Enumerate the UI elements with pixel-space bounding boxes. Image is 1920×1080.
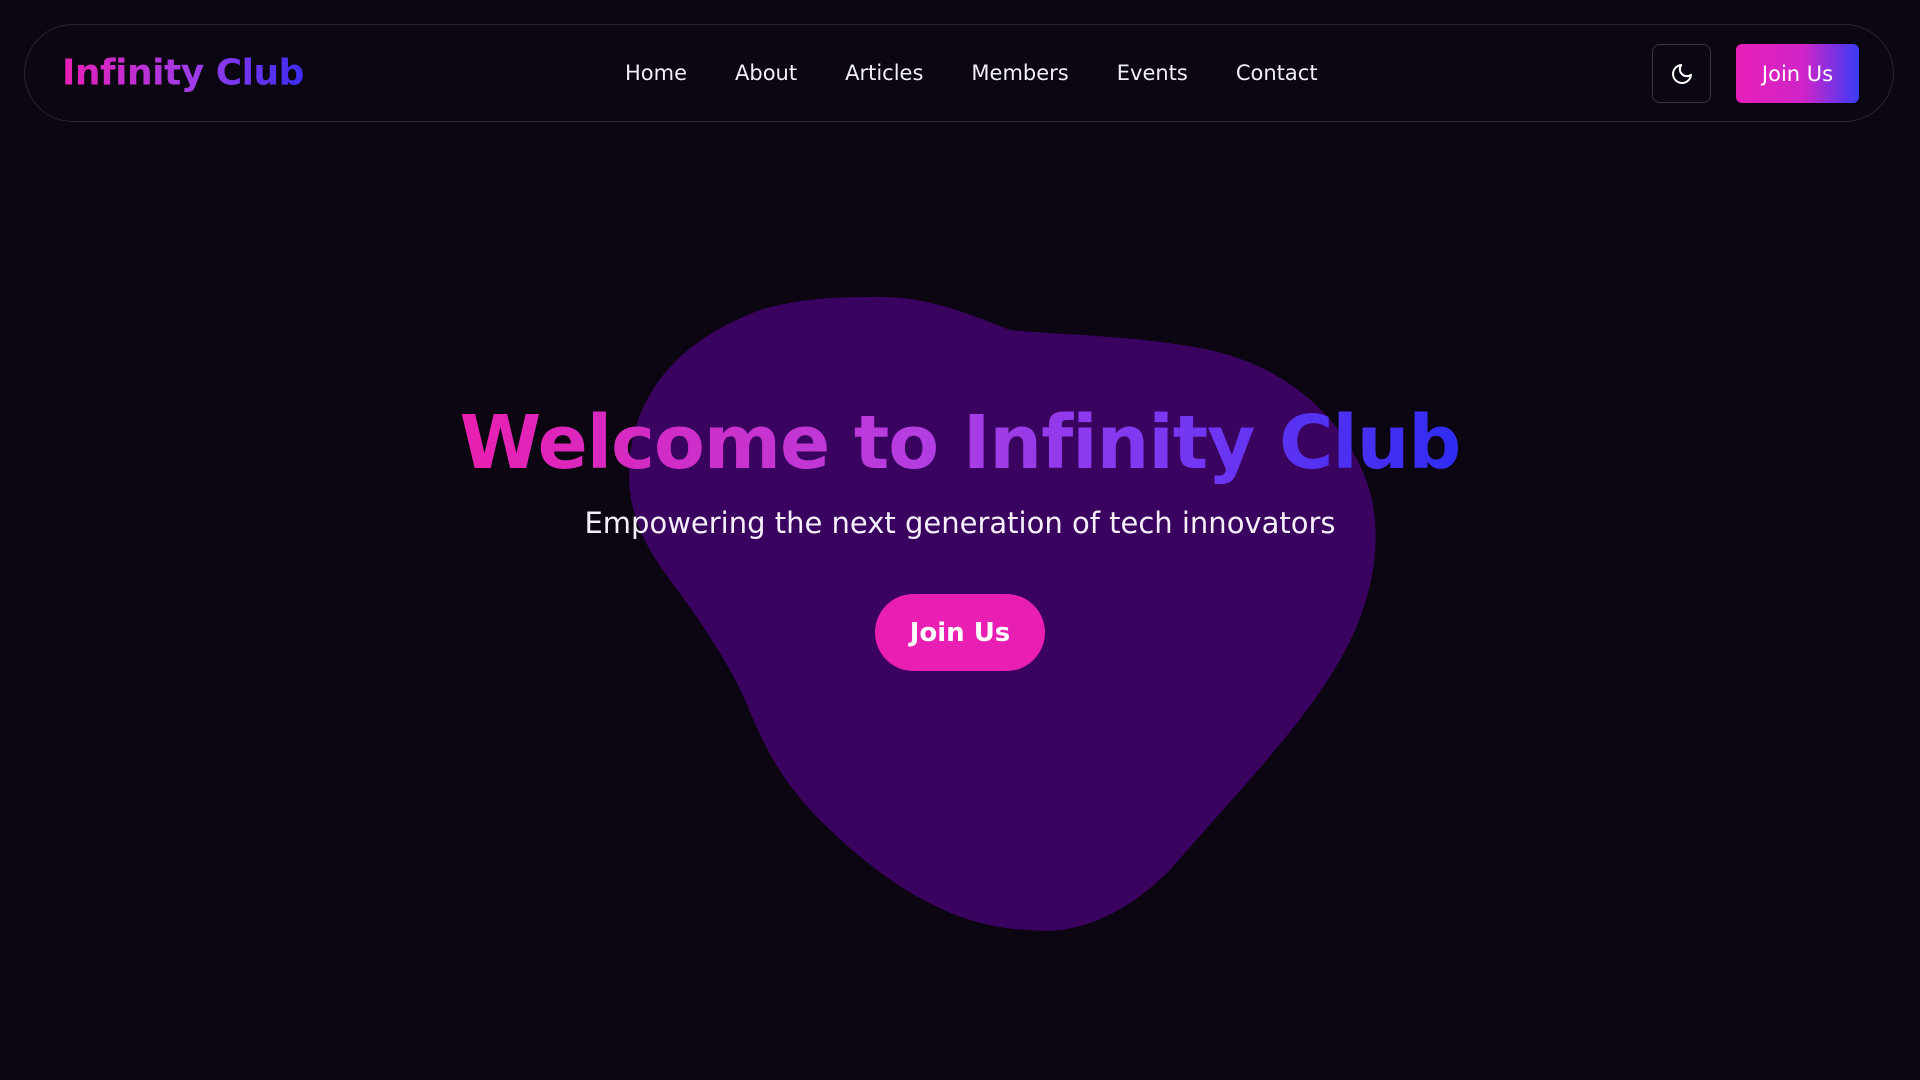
page: Infinity Club Home About Articles Member…	[0, 0, 1920, 1080]
nav-link-events[interactable]: Events	[1117, 61, 1188, 85]
nav-link-members[interactable]: Members	[971, 61, 1068, 85]
hero-title: Welcome to Infinity Club	[0, 400, 1920, 486]
brand-logo[interactable]: Infinity Club	[62, 53, 304, 94]
nav-link-contact[interactable]: Contact	[1236, 61, 1318, 85]
navbar: Infinity Club Home About Articles Member…	[24, 24, 1894, 122]
theme-toggle-button[interactable]	[1652, 44, 1711, 103]
nav-join-button[interactable]: Join Us	[1736, 44, 1859, 103]
nav-link-about[interactable]: About	[735, 61, 797, 85]
nav-link-articles[interactable]: Articles	[845, 61, 923, 85]
hero-join-button[interactable]: Join Us	[875, 594, 1045, 671]
hero-blob-shape	[629, 296, 1376, 931]
moon-icon	[1671, 63, 1692, 84]
hero-subtitle: Empowering the next generation of tech i…	[584, 506, 1336, 540]
nav-link-home[interactable]: Home	[625, 61, 687, 85]
hero-title-text: Welcome to Infinity Club	[459, 400, 1462, 486]
nav-links: Home About Articles Members Events Conta…	[625, 61, 1318, 85]
